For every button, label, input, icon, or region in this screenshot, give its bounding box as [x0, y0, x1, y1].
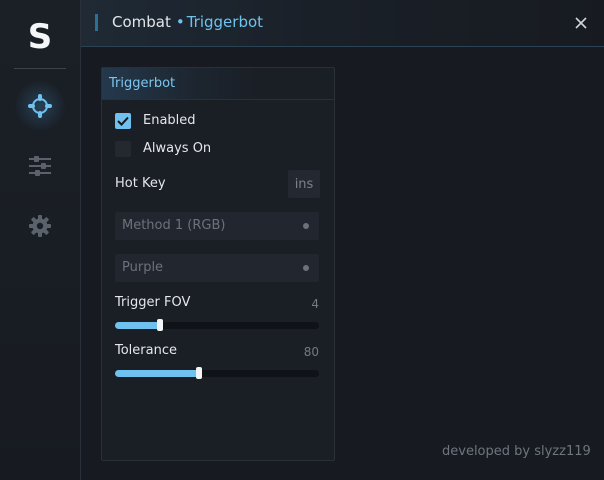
- main-area: Combat • Triggerbot Triggerbot Enabled Alw…: [81, 0, 604, 480]
- sidebar-divider: [14, 68, 66, 69]
- hotkey-label: Hot Key: [115, 176, 166, 191]
- color-select-value: Purple: [122, 260, 164, 275]
- sidebar-item-adjust[interactable]: [20, 146, 60, 186]
- breadcrumb: Combat • Triggerbot: [112, 12, 263, 32]
- header: Combat • Triggerbot: [81, 0, 604, 47]
- panel-title: Triggerbot: [109, 76, 176, 91]
- dropdown-dot-icon: [303, 223, 309, 229]
- breadcrumb-section: Combat: [112, 13, 171, 31]
- app-logo: S: [27, 17, 53, 57]
- always-on-label: Always On: [143, 141, 212, 156]
- triggerbot-panel: Triggerbot Enabled Always On Hot Key ins…: [101, 67, 335, 461]
- method-select[interactable]: Method 1 (RGB): [115, 212, 319, 240]
- tolerance-label: Tolerance: [115, 343, 177, 358]
- sliders-icon: [29, 156, 51, 176]
- checkmark-icon: [117, 116, 129, 126]
- breadcrumb-subsection: Triggerbot: [186, 13, 264, 31]
- always-on-checkbox[interactable]: [115, 141, 131, 157]
- trigger-fov-slider-fill: [115, 322, 160, 329]
- header-accent-bar: [95, 14, 98, 31]
- close-button[interactable]: [571, 13, 591, 33]
- sidebar: S: [0, 0, 81, 480]
- panel-header: Triggerbot: [102, 68, 334, 100]
- breadcrumb-separator: •: [175, 13, 185, 31]
- tolerance-slider[interactable]: [115, 367, 319, 379]
- color-select[interactable]: Purple: [115, 254, 319, 282]
- trigger-fov-label: Trigger FOV: [115, 295, 191, 310]
- dropdown-dot-icon: [303, 265, 309, 271]
- hotkey-input[interactable]: ins: [288, 170, 320, 198]
- tolerance-slider-handle[interactable]: [195, 367, 202, 379]
- developer-credit: developed by slyzz119: [442, 444, 591, 459]
- tolerance-value: 80: [303, 345, 319, 359]
- method-select-value: Method 1 (RGB): [122, 218, 226, 233]
- sidebar-item-settings[interactable]: [20, 206, 60, 246]
- trigger-fov-slider[interactable]: [115, 319, 319, 331]
- trigger-fov-value: 4: [311, 297, 319, 311]
- trigger-fov-slider-handle[interactable]: [156, 319, 163, 331]
- enabled-checkbox[interactable]: [115, 113, 131, 129]
- tolerance-slider-fill: [115, 370, 199, 377]
- gear-icon: [29, 215, 51, 237]
- close-icon: [575, 17, 587, 29]
- crosshair-icon: [28, 94, 52, 118]
- sidebar-item-combat[interactable]: [14, 80, 66, 132]
- enabled-label: Enabled: [143, 113, 196, 128]
